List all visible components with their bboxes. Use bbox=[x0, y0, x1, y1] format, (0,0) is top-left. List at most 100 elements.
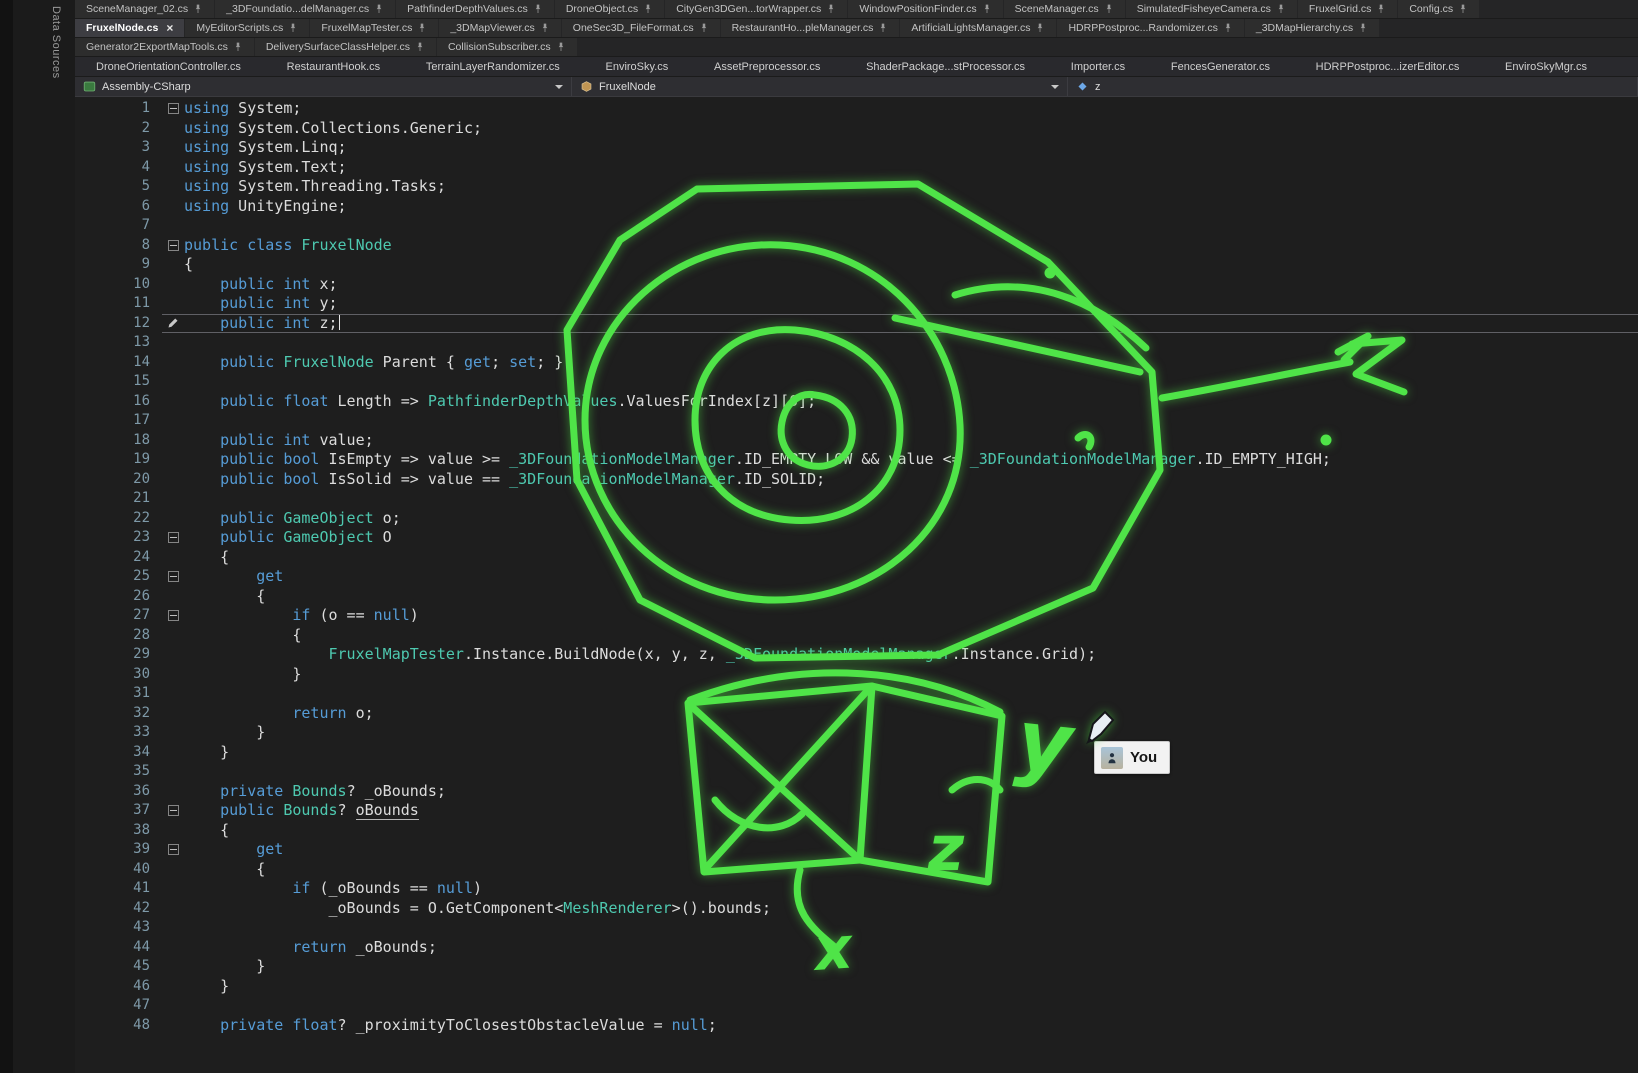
code-line[interactable]: 3using System.Linq; bbox=[0, 138, 1638, 158]
document-tab[interactable]: RestaurantHook.cs bbox=[276, 57, 392, 76]
document-tab[interactable]: Importer.cs bbox=[1060, 57, 1136, 76]
code-line[interactable]: 40 { bbox=[0, 860, 1638, 880]
pin-icon[interactable] bbox=[1376, 4, 1386, 14]
code-line[interactable]: 38 { bbox=[0, 821, 1638, 841]
data-sources-vertical-tab[interactable]: Data Sources bbox=[50, 6, 62, 79]
code-line[interactable]: 33 } bbox=[0, 723, 1638, 743]
document-tab[interactable]: SceneManager_02.cs bbox=[75, 0, 214, 18]
code-line[interactable]: 34 } bbox=[0, 743, 1638, 763]
code-line[interactable]: 47 bbox=[0, 996, 1638, 1016]
document-tab[interactable]: ArtificialLightsManager.cs bbox=[900, 19, 1056, 37]
pin-icon[interactable] bbox=[1104, 4, 1114, 14]
pin-icon[interactable] bbox=[1035, 23, 1045, 33]
document-tab[interactable]: _3DFoundatio...delManager.cs bbox=[215, 0, 395, 18]
code-line[interactable]: 37 public Bounds? oBounds bbox=[0, 801, 1638, 821]
code-line[interactable]: 4using System.Text; bbox=[0, 158, 1638, 178]
fold-collapse-icon[interactable] bbox=[162, 571, 184, 582]
code-line[interactable]: 48 private float? _proximityToClosestObs… bbox=[0, 1016, 1638, 1036]
document-tab[interactable]: Generator2ExportMapTools.cs bbox=[75, 38, 254, 56]
code-line[interactable]: 43 bbox=[0, 918, 1638, 938]
project-dropdown[interactable]: Assembly-CSharp bbox=[75, 77, 572, 96]
document-tab[interactable]: SimulatedFisheyeCamera.cs bbox=[1126, 0, 1297, 18]
type-dropdown[interactable]: FruxelNode bbox=[572, 77, 1068, 96]
pin-icon[interactable] bbox=[374, 4, 384, 14]
code-line[interactable]: 41 if (_oBounds == null) bbox=[0, 879, 1638, 899]
code-line[interactable]: 8public class FruxelNode bbox=[0, 236, 1638, 256]
fold-collapse-icon[interactable] bbox=[162, 844, 184, 855]
document-tab[interactable]: MyEditorScripts.cs bbox=[185, 19, 309, 37]
pin-icon[interactable] bbox=[533, 4, 543, 14]
document-tab[interactable]: _3DMapHierarchy.cs bbox=[1245, 19, 1379, 37]
code-line[interactable]: 46 } bbox=[0, 977, 1638, 997]
code-line[interactable]: 31 bbox=[0, 684, 1638, 704]
fold-collapse-icon[interactable] bbox=[162, 805, 184, 816]
document-tab[interactable]: AssetPreprocessor.cs bbox=[703, 57, 831, 76]
code-line[interactable]: 22 public GameObject o; bbox=[0, 509, 1638, 529]
code-line[interactable]: 29 FruxelMapTester.Instance.BuildNode(x,… bbox=[0, 645, 1638, 665]
code-line[interactable]: 12 public int z; bbox=[0, 314, 1638, 334]
code-line[interactable]: 44 return _oBounds; bbox=[0, 938, 1638, 958]
code-editor[interactable]: 1using System;2using System.Collections.… bbox=[0, 97, 1638, 1073]
code-line[interactable]: 42 _oBounds = O.GetComponent<MeshRendere… bbox=[0, 899, 1638, 919]
fold-collapse-icon[interactable] bbox=[162, 103, 184, 114]
document-tab[interactable]: FruxelGrid.cs bbox=[1298, 0, 1397, 18]
document-tab[interactable]: DroneObject.cs bbox=[555, 0, 664, 18]
pin-icon[interactable] bbox=[1223, 23, 1233, 33]
code-line[interactable]: 13 bbox=[0, 333, 1638, 353]
fold-collapse-icon[interactable] bbox=[162, 610, 184, 621]
pin-icon[interactable] bbox=[540, 23, 550, 33]
code-line[interactable]: 23 public GameObject O bbox=[0, 528, 1638, 548]
document-tab[interactable]: SceneManager.cs bbox=[1004, 0, 1125, 18]
document-tab[interactable]: WindowPositionFinder.cs bbox=[848, 0, 1002, 18]
pin-icon[interactable] bbox=[556, 42, 566, 52]
code-line[interactable]: 21 bbox=[0, 489, 1638, 509]
pin-icon[interactable] bbox=[643, 4, 653, 14]
document-tab[interactable]: OneSec3D_FileFormat.cs bbox=[562, 19, 720, 37]
fold-collapse-icon[interactable] bbox=[162, 240, 184, 251]
code-line[interactable]: 28 { bbox=[0, 626, 1638, 646]
code-line[interactable]: 30 } bbox=[0, 665, 1638, 685]
document-tab[interactable]: ShaderPackage...stProcessor.cs bbox=[855, 57, 1036, 76]
code-line[interactable]: 35 bbox=[0, 762, 1638, 782]
code-line[interactable]: 20 public bool IsSolid => value == _3DFo… bbox=[0, 470, 1638, 490]
document-tab[interactable]: HDRPPostproc...izerEditor.cs bbox=[1305, 57, 1471, 76]
pin-icon[interactable] bbox=[193, 4, 203, 14]
document-tab[interactable]: FencesGenerator.cs bbox=[1160, 57, 1281, 76]
code-line[interactable]: 10 public int x; bbox=[0, 275, 1638, 295]
document-tab[interactable]: _3DMapViewer.cs bbox=[439, 19, 560, 37]
code-line[interactable]: 5using System.Threading.Tasks; bbox=[0, 177, 1638, 197]
document-tab[interactable]: FruxelMapTester.cs bbox=[310, 19, 438, 37]
pin-icon[interactable] bbox=[826, 4, 836, 14]
fold-collapse-icon[interactable] bbox=[162, 532, 184, 543]
document-tab[interactable]: PathfinderDepthValues.cs bbox=[396, 0, 554, 18]
code-line[interactable]: 27 if (o == null) bbox=[0, 606, 1638, 626]
code-line[interactable]: 25 get bbox=[0, 567, 1638, 587]
pin-icon[interactable] bbox=[1358, 23, 1368, 33]
document-tab[interactable]: HDRPPostproc...Randomizer.cs bbox=[1057, 19, 1243, 37]
code-line[interactable]: 24 { bbox=[0, 548, 1638, 568]
document-tab-active[interactable]: FruxelNode.cs× bbox=[75, 19, 184, 37]
code-line[interactable]: 14 public FruxelNode Parent { get; set; … bbox=[0, 353, 1638, 373]
pin-icon[interactable] bbox=[1276, 4, 1286, 14]
pin-icon[interactable] bbox=[415, 42, 425, 52]
pin-icon[interactable] bbox=[417, 23, 427, 33]
pin-icon[interactable] bbox=[233, 42, 243, 52]
code-line[interactable]: 19 public bool IsEmpty => value >= _3DFo… bbox=[0, 450, 1638, 470]
pin-icon[interactable] bbox=[982, 4, 992, 14]
code-line[interactable]: 18 public int value; bbox=[0, 431, 1638, 451]
pin-icon[interactable] bbox=[1458, 4, 1468, 14]
document-tab[interactable]: EnviroSky.cs bbox=[595, 57, 680, 76]
pin-icon[interactable] bbox=[699, 23, 709, 33]
code-line[interactable]: 6using UnityEngine; bbox=[0, 197, 1638, 217]
code-line[interactable]: 17 bbox=[0, 411, 1638, 431]
code-line[interactable]: 2using System.Collections.Generic; bbox=[0, 119, 1638, 139]
code-line[interactable]: 15 bbox=[0, 372, 1638, 392]
document-tab[interactable]: RestaurantHo...pleManager.cs bbox=[721, 19, 900, 37]
document-tab[interactable]: DroneOrientationController.cs bbox=[85, 57, 252, 76]
member-dropdown[interactable]: z bbox=[1068, 77, 1638, 96]
code-line[interactable]: 39 get bbox=[0, 840, 1638, 860]
pin-icon[interactable] bbox=[288, 23, 298, 33]
document-tab[interactable]: TerrainLayerRandomizer.cs bbox=[415, 57, 571, 76]
pin-icon[interactable] bbox=[878, 23, 888, 33]
close-icon[interactable]: × bbox=[166, 22, 173, 34]
